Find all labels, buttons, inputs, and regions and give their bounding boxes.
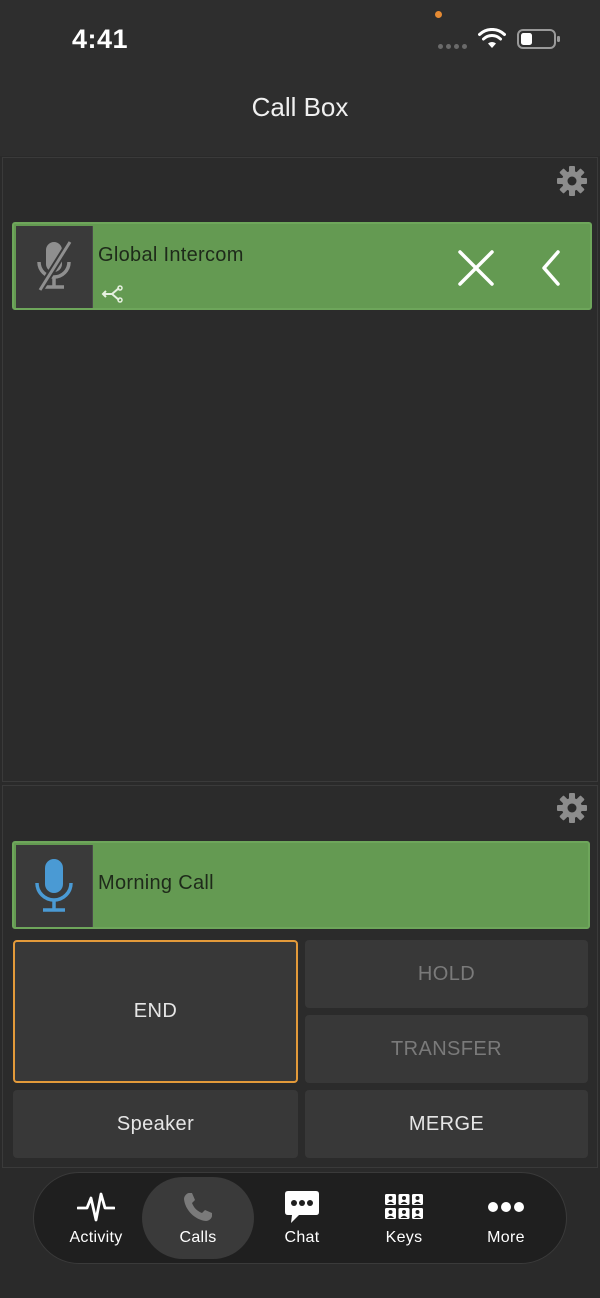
tab-calls[interactable]: Calls	[142, 1177, 254, 1259]
hold-button[interactable]: HOLD	[305, 940, 588, 1008]
more-icon	[488, 1202, 524, 1212]
navigation-bar: Call Box	[0, 80, 600, 156]
active-call-name: Morning Call	[98, 872, 214, 894]
end-call-button[interactable]: END	[13, 940, 298, 1083]
chat-icon	[285, 1191, 319, 1223]
speaker-button[interactable]: Speaker	[13, 1090, 298, 1158]
microphone-muted-icon	[37, 240, 73, 292]
activity-icon	[77, 1192, 115, 1222]
tab-more[interactable]: More	[450, 1177, 562, 1259]
cellular-signal-icon	[438, 44, 467, 49]
wifi-icon	[478, 28, 506, 48]
tab-label: Keys	[385, 1229, 423, 1246]
battery-icon	[517, 29, 560, 49]
tab-label: Activity	[69, 1229, 123, 1246]
tab-bar-area: Activity Calls Chat Keys More	[0, 1168, 600, 1298]
share-route-icon	[101, 285, 123, 303]
tab-keys[interactable]: Keys	[348, 1177, 460, 1259]
phone-icon	[184, 1193, 212, 1221]
tab-label: More	[487, 1229, 525, 1246]
tab-activity[interactable]: Activity	[40, 1177, 152, 1259]
mute-toggle[interactable]	[16, 226, 93, 308]
gear-icon[interactable]	[555, 791, 589, 825]
close-icon[interactable]	[456, 248, 496, 288]
tab-label: Chat	[284, 1229, 320, 1246]
keys-icon	[385, 1194, 423, 1219]
merge-button[interactable]: MERGE	[305, 1090, 588, 1158]
tab-label: Calls	[179, 1229, 217, 1246]
transfer-button[interactable]: TRANSFER	[305, 1015, 588, 1083]
mute-toggle[interactable]	[16, 845, 93, 927]
intercom-name: Global Intercom	[98, 244, 244, 266]
status-bar: 4:41	[0, 0, 600, 80]
intercom-call-row[interactable]: Global Intercom	[12, 222, 592, 310]
tab-chat[interactable]: Chat	[246, 1177, 358, 1259]
active-call-row[interactable]: Morning Call	[12, 841, 590, 929]
intercom-panel: Global Intercom	[2, 157, 598, 782]
status-time: 4:41	[72, 24, 129, 54]
microphone-icon	[35, 859, 73, 912]
active-call-panel: Morning Call END HOLD TRANSFER Speaker M…	[2, 785, 598, 1168]
page-title: Call Box	[251, 92, 349, 122]
tab-bar: Activity Calls Chat Keys More	[33, 1172, 567, 1264]
chevron-left-icon[interactable]	[536, 248, 566, 288]
privacy-indicator	[435, 11, 442, 18]
gear-icon[interactable]	[555, 164, 589, 198]
